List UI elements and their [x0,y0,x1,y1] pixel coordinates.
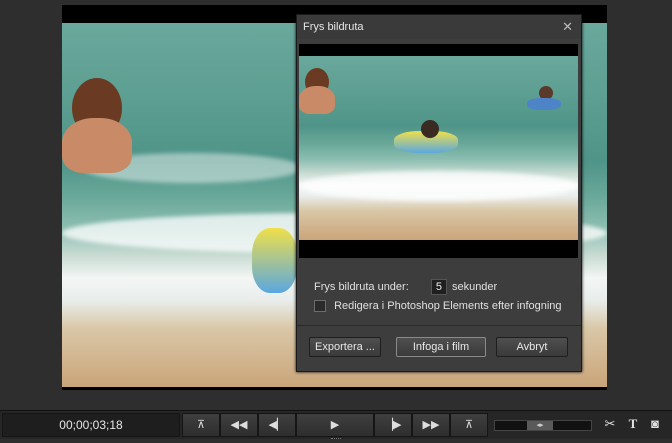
freeze-preview [299,44,578,258]
freeze-frame-dialog: Frys bildruta ✕ Frys bildruta under: 5 s… [296,14,582,372]
bodyboard [252,228,297,293]
set-in-icon[interactable]: ⊼ [182,413,220,437]
play-icon[interactable]: ▶ [296,413,374,437]
step-back-icon[interactable]: ◀▏ [258,413,296,437]
fast-forward-icon[interactable]: ▶▶ [412,413,450,437]
edit-in-photoshop-label: Redigera i Photoshop Elements efter info… [334,300,562,312]
dialog-title: Frys bildruta [303,21,364,33]
step-forward-icon[interactable]: ▕▶ [374,413,412,437]
preview-frame [299,56,578,240]
shuttle-slider[interactable]: ◂▸ [494,420,592,431]
child-shirt [527,98,561,110]
rewind-icon[interactable]: ◀◀ [220,413,258,437]
cancel-button[interactable]: Avbryt [496,337,568,357]
dialog-title-bar: Frys bildruta ✕ [297,15,581,39]
panel-resize-grip[interactable] [331,438,341,442]
scissors-icon[interactable]: ✂ [601,415,619,433]
shuttle-thumb[interactable]: ◂▸ [527,421,553,430]
set-out-icon[interactable]: ⊼ [450,413,488,437]
freeze-duration-label: Frys bildruta under: [314,280,409,293]
wave-foam [299,171,578,201]
boy-head [421,120,439,138]
camera-icon[interactable]: ◙ [646,415,664,433]
timecode-display[interactable]: 00;00;03;18 [2,413,180,437]
insert-in-movie-button[interactable]: Infoga i film [396,337,486,357]
edit-in-photoshop-checkbox[interactable] [314,300,326,313]
dialog-divider [297,325,581,326]
freeze-duration-unit: sekunder [451,280,498,293]
close-icon[interactable]: ✕ [562,15,573,39]
transport-bar: 00;00;03;18 ⊼ ◀◀ ◀▏ ▶ ▕▶ ▶▶ ⊼ ◂▸ ✂ T ◙ [0,410,672,439]
girl-body [299,86,335,114]
export-button[interactable]: Exportera ... [309,337,381,357]
freeze-duration-row: Frys bildruta under: 5 sekunder [314,279,497,295]
title-text-icon[interactable]: T [624,415,642,433]
freeze-duration-input[interactable]: 5 [430,279,447,295]
edit-option-row[interactable]: Redigera i Photoshop Elements efter info… [314,300,562,313]
girl-body [62,118,132,173]
